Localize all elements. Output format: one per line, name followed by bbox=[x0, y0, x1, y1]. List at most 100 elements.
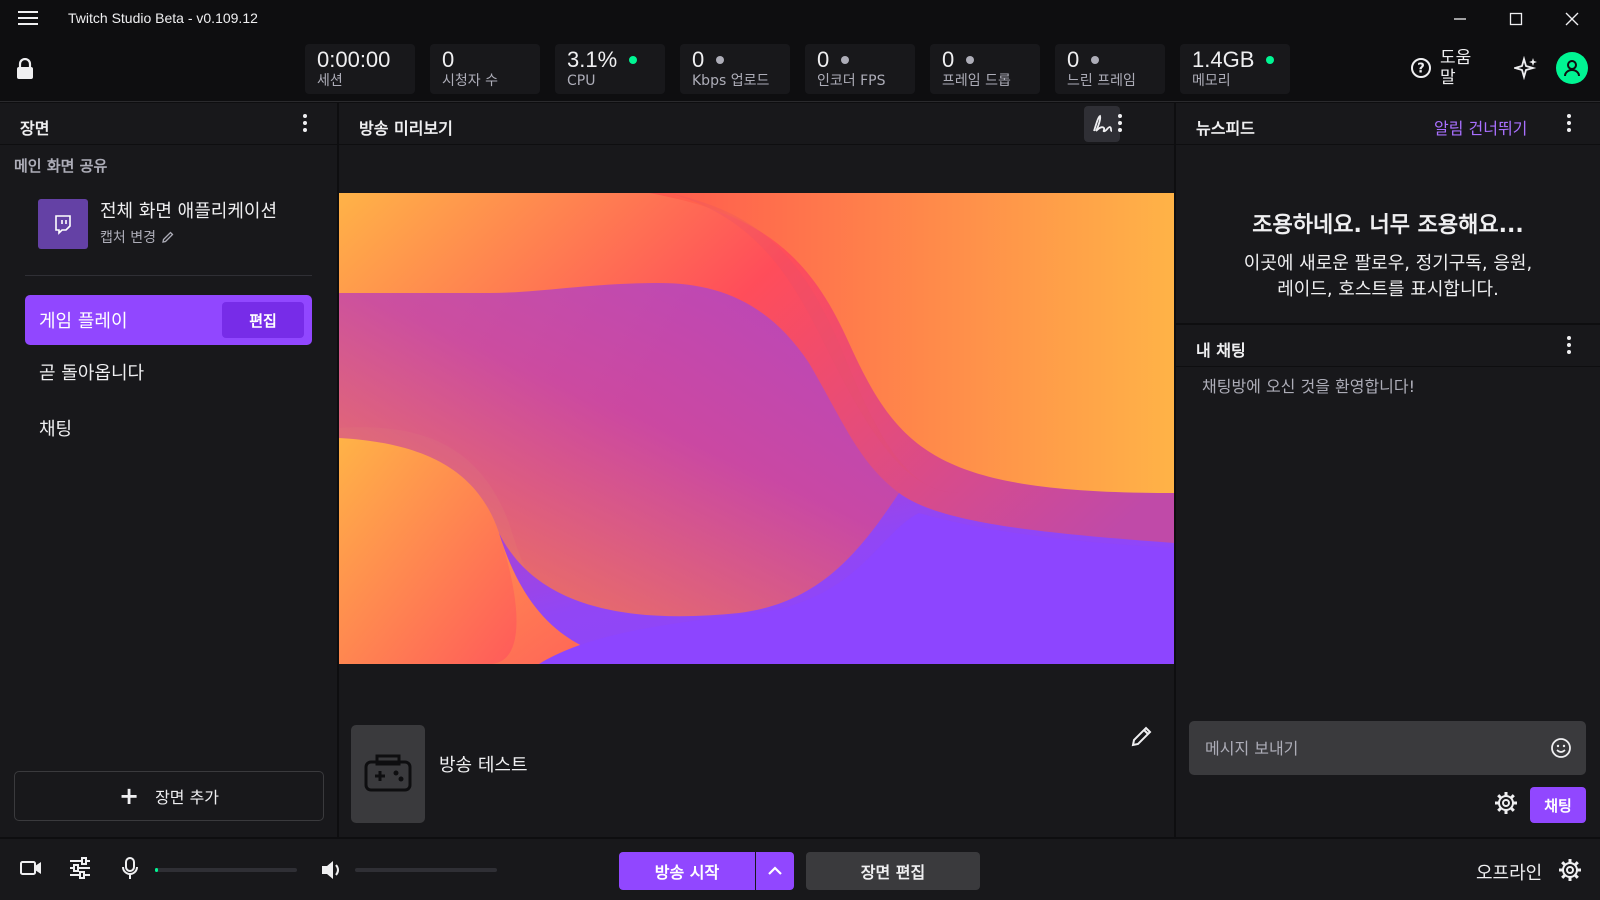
stream-status: 오프라인 bbox=[1476, 863, 1543, 884]
speaker-icon[interactable] bbox=[320, 859, 344, 885]
stat-dropped-frames: 0 프레임 드롭 bbox=[930, 44, 1040, 94]
stat-label: 프레임 드롭 bbox=[942, 73, 1011, 89]
kebab-menu-icon[interactable] bbox=[1117, 114, 1123, 132]
stat-slow-frames: 0 느린 프레임 bbox=[1055, 44, 1165, 94]
emoji-icon[interactable] bbox=[1550, 737, 1572, 763]
source-name: 전체 화면 애플리케이션 bbox=[100, 201, 278, 222]
source-card[interactable]: 전체 화면 애플리케이션 캡처 변경 bbox=[38, 199, 277, 249]
camera-icon[interactable] bbox=[20, 859, 42, 881]
mic-volume-slider[interactable] bbox=[155, 868, 297, 872]
status-dot bbox=[966, 56, 975, 64]
go-live-options-button[interactable] bbox=[756, 852, 794, 890]
close-button[interactable] bbox=[1544, 0, 1600, 38]
game-controller-icon bbox=[364, 754, 412, 792]
chat-settings-icon[interactable] bbox=[1494, 791, 1518, 819]
stat-upload: 0 Kbps 업로드 bbox=[680, 44, 790, 94]
add-scene-button[interactable]: + 장면 추가 bbox=[14, 771, 324, 821]
stats-bar: 0:00:00 세션 0 시청자 수 3.1% CPU 0 Kbps 업로드 0… bbox=[0, 38, 1600, 102]
script-logo-icon bbox=[1093, 114, 1113, 133]
stat-value: 3.1% bbox=[567, 47, 618, 72]
send-chat-button[interactable]: 채팅 bbox=[1530, 787, 1586, 823]
scene-section-title: 메인 화면 공유 bbox=[14, 157, 108, 175]
preview-title: 방송 미리보기 bbox=[359, 119, 453, 138]
status-dot bbox=[841, 56, 850, 64]
minimize-icon bbox=[1454, 18, 1466, 20]
maximize-button[interactable] bbox=[1488, 0, 1544, 38]
plus-icon: + bbox=[118, 782, 140, 810]
desktop-volume-slider[interactable] bbox=[355, 868, 497, 872]
chat-panel: 내 채팅 채팅방에 오신 것을 환영합니다! 채팅 bbox=[1176, 325, 1600, 837]
preview-image bbox=[339, 193, 1174, 664]
stream-title: 방송 테스트 bbox=[439, 755, 528, 776]
go-live-button[interactable]: 방송 시작 bbox=[619, 852, 755, 890]
skip-alerts-button[interactable]: 알림 건너뛰기 bbox=[1434, 115, 1527, 139]
close-icon bbox=[1565, 12, 1579, 26]
newsfeed-panel: 뉴스피드 알림 건너뛰기 조용하네요. 너무 조용해요... 이곳에 새로운 팔… bbox=[1176, 103, 1600, 323]
stat-label: Kbps 업로드 bbox=[692, 73, 770, 89]
stat-label: CPU bbox=[567, 73, 596, 89]
user-icon bbox=[1564, 60, 1580, 77]
layout-toggle-button[interactable] bbox=[1084, 106, 1120, 142]
empty-state-line: 레이드, 호스트를 표시합니다. bbox=[1277, 279, 1499, 300]
empty-state-body: 이곳에 새로운 팔로우, 정기구독, 응원, 레이드, 호스트를 표시합니다. bbox=[1176, 251, 1600, 303]
game-thumbnail[interactable] bbox=[351, 725, 425, 823]
mic-level-indicator bbox=[155, 868, 158, 872]
newsfeed-header: 뉴스피드 알림 건너뛰기 bbox=[1176, 103, 1600, 145]
stat-cpu: 3.1% CPU bbox=[555, 44, 665, 94]
status-dot bbox=[629, 56, 638, 64]
edit-stream-info-button[interactable] bbox=[1131, 725, 1153, 751]
newsfeed-title: 뉴스피드 bbox=[1196, 119, 1255, 138]
scenes-title: 장면 bbox=[20, 119, 50, 138]
audio-mixer-icon[interactable] bbox=[69, 857, 91, 883]
chat-welcome-message: 채팅방에 오신 것을 환영합니다! bbox=[1202, 377, 1416, 396]
change-capture-link[interactable]: 캡처 변경 bbox=[100, 227, 156, 247]
edit-scene-button[interactable]: 장면 편집 bbox=[806, 852, 980, 890]
stat-encoder-fps: 0 인코더 FPS bbox=[805, 44, 915, 94]
scene-edit-button[interactable]: 편집 bbox=[222, 302, 304, 338]
stat-label: 메모리 bbox=[1192, 73, 1231, 89]
stat-label: 세션 bbox=[317, 73, 343, 89]
kebab-menu-icon[interactable] bbox=[1566, 336, 1572, 354]
help-icon: ? bbox=[1411, 58, 1431, 78]
twitch-logo-icon bbox=[38, 199, 88, 249]
status-dot bbox=[716, 56, 725, 64]
chat-header: 내 채팅 bbox=[1176, 325, 1600, 367]
scene-item[interactable]: 채팅 bbox=[39, 415, 72, 441]
pencil-icon bbox=[1131, 726, 1152, 747]
stat-memory: 1.4GB 메모리 bbox=[1180, 44, 1290, 94]
stat-label: 느린 프레임 bbox=[1067, 73, 1136, 89]
pencil-icon bbox=[162, 231, 174, 243]
help-button[interactable]: ? 도움말 bbox=[1410, 48, 1476, 88]
avatar[interactable] bbox=[1556, 52, 1588, 84]
stat-label: 시청자 수 bbox=[442, 73, 498, 89]
preview-header: 방송 미리보기 bbox=[339, 103, 1174, 145]
scene-item-active[interactable]: 게임 플레이 편집 bbox=[25, 295, 312, 345]
stat-value: 0 bbox=[442, 47, 455, 72]
stat-value: 0:00:00 bbox=[317, 47, 391, 72]
maximize-icon bbox=[1509, 12, 1523, 26]
status-dot bbox=[1266, 56, 1275, 64]
stat-value: 0 bbox=[692, 47, 705, 72]
scenes-header: 장면 bbox=[0, 103, 337, 145]
settings-gear-icon[interactable] bbox=[1558, 858, 1582, 886]
lock-icon[interactable] bbox=[16, 57, 34, 84]
chat-title: 내 채팅 bbox=[1196, 341, 1246, 360]
stat-value: 0 bbox=[942, 47, 955, 72]
chat-input[interactable] bbox=[1189, 721, 1529, 775]
sparkle-icon[interactable] bbox=[1511, 55, 1538, 84]
microphone-icon[interactable] bbox=[120, 857, 140, 885]
stat-value: 0 bbox=[1067, 47, 1080, 72]
preview-panel: 방송 미리보기 방송 테스트 bbox=[339, 103, 1174, 837]
empty-state-title: 조용하네요. 너무 조용해요... bbox=[1252, 213, 1524, 238]
title-bar: Twitch Studio Beta - v0.109.12 bbox=[0, 0, 1600, 38]
hamburger-icon[interactable] bbox=[18, 11, 38, 27]
stat-label: 인코더 FPS bbox=[817, 73, 886, 89]
window-title: Twitch Studio Beta - v0.109.12 bbox=[68, 10, 258, 26]
stat-session: 0:00:00 세션 bbox=[305, 44, 415, 94]
add-scene-label: 장면 추가 bbox=[155, 788, 220, 807]
kebab-menu-icon[interactable] bbox=[302, 114, 308, 132]
kebab-menu-icon[interactable] bbox=[1566, 114, 1572, 132]
status-dot bbox=[1091, 56, 1100, 64]
scene-item[interactable]: 곧 돌아옵니다 bbox=[39, 359, 144, 385]
minimize-button[interactable] bbox=[1432, 0, 1488, 38]
